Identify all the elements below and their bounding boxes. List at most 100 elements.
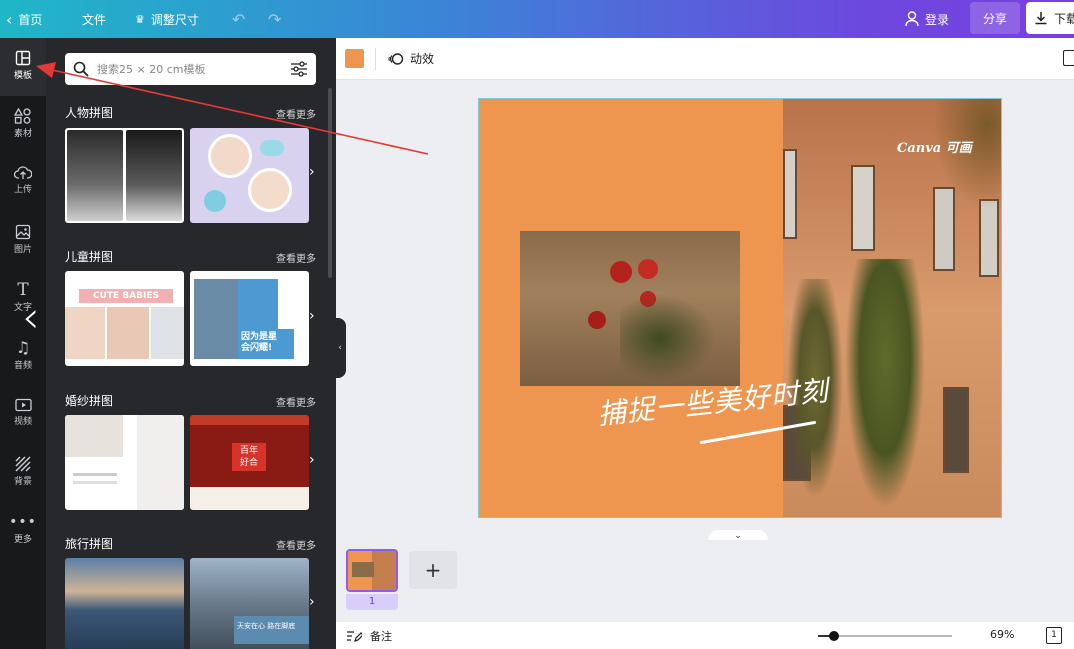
- template-icon: [15, 50, 31, 66]
- section-title-travel: 旅行拼图: [65, 537, 114, 551]
- home-label: 首页: [18, 12, 43, 27]
- plus-icon: +: [424, 558, 442, 582]
- download-button[interactable]: 下载: [1026, 2, 1074, 34]
- animate-icon: [388, 52, 404, 65]
- see-more-link[interactable]: 查看更多: [276, 250, 316, 265]
- rail-label: 背景: [13, 477, 32, 487]
- panel-collapse-handle[interactable]: ‹: [334, 318, 346, 378]
- crown-icon: ♛: [135, 12, 145, 26]
- section-title-portrait: 人物拼图: [65, 106, 114, 120]
- building-photo[interactable]: [783, 99, 1001, 517]
- login-label: 登录: [925, 12, 950, 27]
- file-menu-button[interactable]: 文件: [82, 0, 106, 38]
- carousel-next-icon[interactable]: ›: [309, 308, 315, 324]
- home-button[interactable]: ‹ 首页: [6, 0, 42, 38]
- thumb-text: CUTE BABIES: [79, 289, 173, 303]
- template-thumb[interactable]: 百年 好合: [190, 415, 309, 510]
- file-label: 文件: [82, 12, 107, 27]
- rail-item-photos[interactable]: 图片: [0, 212, 46, 270]
- page-thumbnail[interactable]: [346, 549, 398, 592]
- template-thumb[interactable]: 因为是星 会闪耀!: [190, 271, 309, 366]
- template-thumb[interactable]: [190, 128, 309, 223]
- rail-item-more[interactable]: ••• 更多: [0, 502, 46, 560]
- notes-label: 备注: [370, 630, 392, 643]
- rail-label: 图片: [13, 245, 32, 255]
- carousel-next-icon[interactable]: ›: [309, 164, 315, 180]
- editor-toolbar: 动效: [336, 38, 1074, 80]
- rail-label: 上传: [13, 185, 32, 195]
- design-canvas[interactable]: Canva 可画 捕捉一些美好时刻: [478, 98, 1002, 518]
- redo-button[interactable]: ↷: [268, 0, 281, 38]
- user-icon: [905, 11, 919, 27]
- more-icon: •••: [9, 514, 37, 530]
- pages-strip: 1 +: [336, 540, 1074, 620]
- panel-scrollbar[interactable]: [328, 88, 332, 278]
- rail-item-upload[interactable]: 上传: [0, 154, 46, 212]
- zoom-slider-knob[interactable]: [829, 631, 840, 641]
- animate-button[interactable]: 动效: [388, 50, 434, 67]
- thumb-text: 百年 好合: [232, 443, 266, 471]
- search-input[interactable]: 搜索25 × 20 cm模板: [97, 61, 282, 77]
- share-label: 分享: [982, 11, 1007, 26]
- back-arrow-icon[interactable]: ‹: [22, 292, 40, 343]
- color-swatch[interactable]: [345, 49, 364, 68]
- photo-icon: [15, 224, 31, 240]
- rail-label: 更多: [13, 535, 32, 545]
- thumb-text: 因为是星 会闪耀!: [238, 329, 294, 359]
- thumb-text: 天安在心 路在脚底: [234, 616, 309, 644]
- resize-button[interactable]: ♛ 调整尺寸: [135, 0, 199, 38]
- chevron-left-icon: ‹: [338, 343, 342, 353]
- share-page-icon[interactable]: [1063, 50, 1074, 66]
- templates-panel: 搜索25 × 20 cm模板 人物拼图 查看更多 › 儿童拼图 查看更多 CUT…: [46, 38, 336, 649]
- see-more-link[interactable]: 查看更多: [276, 394, 316, 409]
- video-icon: [14, 398, 32, 412]
- top-bar: ‹ 首页 文件 ♛ 调整尺寸 ↶ ↷ 登录 分享 下载: [0, 0, 1074, 38]
- see-more-link[interactable]: 查看更多: [276, 106, 316, 121]
- rail-item-background[interactable]: 背景: [0, 444, 46, 502]
- template-thumb[interactable]: [65, 415, 184, 510]
- section-title-kids: 儿童拼图: [65, 250, 114, 264]
- download-icon: [1035, 12, 1047, 25]
- rail-label: 素材: [13, 129, 32, 139]
- background-icon: [15, 456, 31, 472]
- template-search-box[interactable]: 搜索25 × 20 cm模板: [65, 53, 316, 85]
- rose-photo[interactable]: [520, 231, 740, 386]
- carousel-next-icon[interactable]: ›: [309, 452, 315, 468]
- login-button[interactable]: 登录: [895, 4, 959, 34]
- add-page-button[interactable]: +: [409, 551, 457, 589]
- zoom-slider[interactable]: [818, 631, 952, 641]
- toolbar-divider: [375, 48, 376, 70]
- see-more-link[interactable]: 查看更多: [276, 537, 316, 552]
- upload-icon: [14, 166, 32, 179]
- brand-logo: Canva 可画: [897, 141, 972, 156]
- template-thumb[interactable]: [65, 128, 184, 223]
- elements-icon: [14, 108, 31, 124]
- search-icon: [73, 61, 89, 77]
- section-title-wedding: 婚纱拼图: [65, 394, 114, 408]
- rail-label: 音频: [13, 361, 32, 371]
- template-thumb[interactable]: 天安在心 路在脚底: [190, 558, 309, 649]
- undo-icon: ↶: [232, 9, 246, 29]
- download-label: 下载: [1054, 11, 1074, 26]
- page-number: 1: [346, 594, 398, 610]
- bottom-bar: 备注 69% 1: [336, 622, 1074, 649]
- redo-icon: ↷: [268, 9, 282, 29]
- rail-item-video[interactable]: 视频: [0, 386, 46, 444]
- filter-icon[interactable]: [290, 61, 308, 77]
- page-count-button[interactable]: 1: [1046, 627, 1062, 644]
- zoom-value[interactable]: 69%: [990, 628, 1014, 641]
- template-thumb[interactable]: CUTE BABIES: [65, 271, 184, 366]
- chevron-left-icon: ‹: [6, 9, 13, 29]
- rail-item-elements[interactable]: 素材: [0, 96, 46, 154]
- rail-item-templates[interactable]: 模板: [0, 38, 46, 96]
- side-rail: 模板 素材 上传 图片 T 文字 ♫ 音频 视频 背景 ••• 更多: [0, 38, 46, 649]
- notes-button[interactable]: 备注: [346, 628, 392, 644]
- animate-label: 动效: [410, 52, 435, 66]
- share-button[interactable]: 分享: [970, 2, 1020, 34]
- undo-button[interactable]: ↶: [232, 0, 245, 38]
- template-thumb[interactable]: [65, 558, 184, 649]
- resize-label: 调整尺寸: [150, 12, 199, 27]
- carousel-next-icon[interactable]: ›: [309, 594, 315, 610]
- rail-label: 模板: [13, 71, 32, 81]
- notes-icon: [347, 631, 362, 642]
